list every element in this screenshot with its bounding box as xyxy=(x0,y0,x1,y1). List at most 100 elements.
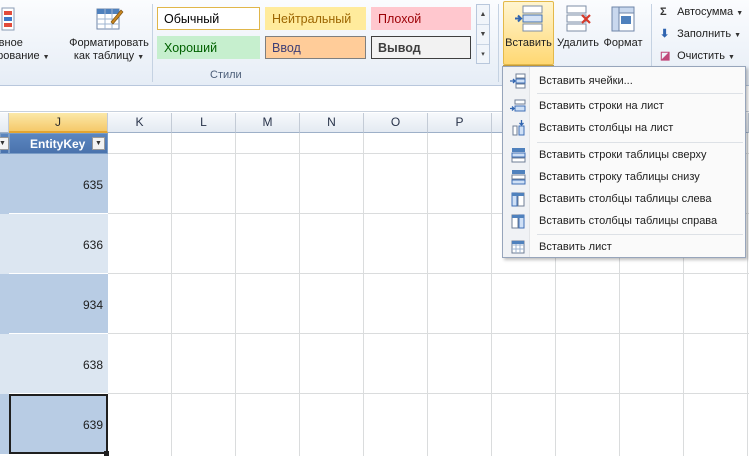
clear-label: Очистить xyxy=(677,50,725,62)
gridline xyxy=(747,133,748,456)
format-button[interactable]: Формат xyxy=(601,4,645,50)
insert-cells-big-icon xyxy=(514,5,542,32)
style-neutral-label: Нейтральный xyxy=(272,12,352,26)
menu-item-label: Вставить столбцы таблицы справа xyxy=(539,215,718,227)
table-header-left-partial[interactable]: ▼ xyxy=(0,133,9,154)
insert-button-content: Вставить xyxy=(503,4,554,50)
cell-value: 636 xyxy=(82,238,103,252)
conditional-formatting-icon xyxy=(1,7,15,31)
insert-label: Вставить xyxy=(505,37,552,49)
style-good[interactable]: Хороший xyxy=(157,36,260,59)
gridline xyxy=(0,393,749,394)
column-header-p[interactable]: P xyxy=(428,113,492,133)
table-cell-left-partial[interactable] xyxy=(0,154,9,214)
style-output[interactable]: Вывод xyxy=(371,36,471,59)
gridline xyxy=(427,133,428,456)
table-cell[interactable]: 934 xyxy=(9,274,108,334)
fill-label: Заполнить xyxy=(677,28,732,40)
column-header-j[interactable]: J xyxy=(9,113,108,133)
conditional-formatting-label-2: тирование ▼ xyxy=(0,50,50,62)
table-header-entitykey[interactable]: EntityKey ▼ xyxy=(9,133,108,154)
style-normal[interactable]: Обычный xyxy=(157,7,260,30)
column-header-l[interactable]: L xyxy=(172,113,236,133)
gallery-more-icon[interactable]: ▾ xyxy=(477,45,489,65)
table-cell[interactable]: 636 xyxy=(9,214,108,274)
gallery-up-icon[interactable]: ▲ xyxy=(477,5,489,25)
style-normal-label: Обычный xyxy=(164,12,220,26)
insert-table-rows-above-icon xyxy=(511,148,526,163)
menu-item-insert-sheet-columns[interactable]: Вставить столбцы на лист xyxy=(504,118,745,138)
menu-item-insert-table-rows-above[interactable]: Вставить строки таблицы сверху xyxy=(504,145,745,165)
column-header-n[interactable]: N xyxy=(300,113,364,133)
fill-down-icon: ⬇ xyxy=(660,28,670,40)
menu-item-label: Вставить лист xyxy=(539,241,612,253)
format-as-table-button[interactable]: Форматировать как таблицу ▼ xyxy=(64,4,154,64)
insert-cells-icon xyxy=(510,73,526,89)
cell-value: 635 xyxy=(82,178,103,192)
table-cell-left-partial[interactable] xyxy=(0,274,9,334)
style-neutral[interactable]: Нейтральный xyxy=(265,7,366,30)
filter-dropdown-icon[interactable]: ▼ xyxy=(92,137,105,150)
autosum-label: Автосумма xyxy=(677,6,734,18)
insert-sheet-icon xyxy=(511,240,525,254)
column-header-m[interactable]: M xyxy=(236,113,300,133)
menu-item-insert-table-columns-left[interactable]: Вставить столбцы таблицы слева xyxy=(504,189,745,209)
table-cell-left-partial[interactable] xyxy=(0,214,9,274)
conditional-formatting-button[interactable]: ловное тирование ▼ xyxy=(0,4,50,64)
delete-label: Удалить xyxy=(557,37,599,49)
format-label: Формат xyxy=(603,37,643,49)
menu-item-insert-sheet-rows[interactable]: Вставить строки на лист xyxy=(504,96,745,116)
menu-item-insert-cells[interactable]: Вставить ячейки... xyxy=(504,71,745,91)
gridline xyxy=(0,333,749,334)
cell-value: 639 xyxy=(82,418,103,432)
eraser-icon: ◪ xyxy=(660,50,671,62)
insert-table-columns-right-icon xyxy=(511,214,525,229)
menu-separator xyxy=(537,142,743,143)
conditional-formatting-label-1: ловное xyxy=(0,37,23,49)
table-cell[interactable]: 635 xyxy=(9,154,108,214)
style-bad[interactable]: Плохой xyxy=(371,7,471,30)
styles-group-label: Стили xyxy=(210,69,242,81)
fill-handle[interactable] xyxy=(104,451,109,456)
gridline xyxy=(171,133,172,456)
table-cell-left-partial[interactable] xyxy=(0,394,9,454)
clear-button[interactable]: ◪ Очистить ▼ xyxy=(660,49,735,62)
table-cell[interactable]: 638 xyxy=(9,334,108,394)
gallery-down-icon[interactable]: ▼ xyxy=(477,25,489,45)
styles-gallery-scroll[interactable]: ▲ ▼ ▾ xyxy=(476,4,490,64)
style-good-label: Хороший xyxy=(164,41,218,55)
format-as-table-label-1: Форматировать xyxy=(69,37,149,49)
column-header-k[interactable]: K xyxy=(108,113,172,133)
cell-value: 638 xyxy=(82,358,103,372)
menu-item-insert-table-columns-right[interactable]: Вставить столбцы таблицы справа xyxy=(504,211,745,231)
menu-item-insert-table-row-below[interactable]: Вставить строку таблицы снизу xyxy=(504,167,745,187)
insert-menu: Вставить ячейки... Вставить строки на ли… xyxy=(502,66,746,258)
format-as-table-icon xyxy=(96,8,124,30)
menu-item-label: Вставить строку таблицы снизу xyxy=(539,171,700,183)
table-cell-left-partial[interactable] xyxy=(0,334,9,394)
active-cell[interactable]: 639 xyxy=(9,394,108,454)
ribbon-separator xyxy=(152,4,153,82)
format-cells-icon xyxy=(611,6,635,32)
menu-item-label: Вставить столбцы таблицы слева xyxy=(539,193,712,205)
menu-item-label: Вставить столбцы на лист xyxy=(539,122,674,134)
menu-item-insert-sheet[interactable]: Вставить лист xyxy=(504,237,745,257)
insert-rows-icon xyxy=(510,99,526,112)
delete-cells-icon xyxy=(566,5,591,32)
style-bad-label: Плохой xyxy=(378,12,422,26)
filter-dropdown-icon[interactable]: ▼ xyxy=(0,137,9,150)
sigma-icon: Σ xyxy=(660,6,667,18)
column-header-o[interactable]: O xyxy=(364,113,428,133)
fill-button[interactable]: ⬇ Заполнить ▼ xyxy=(660,27,741,40)
delete-button[interactable]: Удалить xyxy=(556,4,600,50)
autosum-button[interactable]: Σ Автосумма ▼ xyxy=(660,6,743,18)
gridline xyxy=(299,133,300,456)
insert-table-row-below-icon xyxy=(511,170,526,185)
insert-table-columns-left-icon xyxy=(511,192,525,207)
menu-separator xyxy=(537,234,743,235)
gridline xyxy=(363,133,364,456)
column-header-left-partial[interactable] xyxy=(0,113,9,133)
cell-value: 934 xyxy=(82,298,103,312)
style-input[interactable]: Ввод xyxy=(265,36,366,59)
style-output-label: Вывод xyxy=(378,41,421,55)
